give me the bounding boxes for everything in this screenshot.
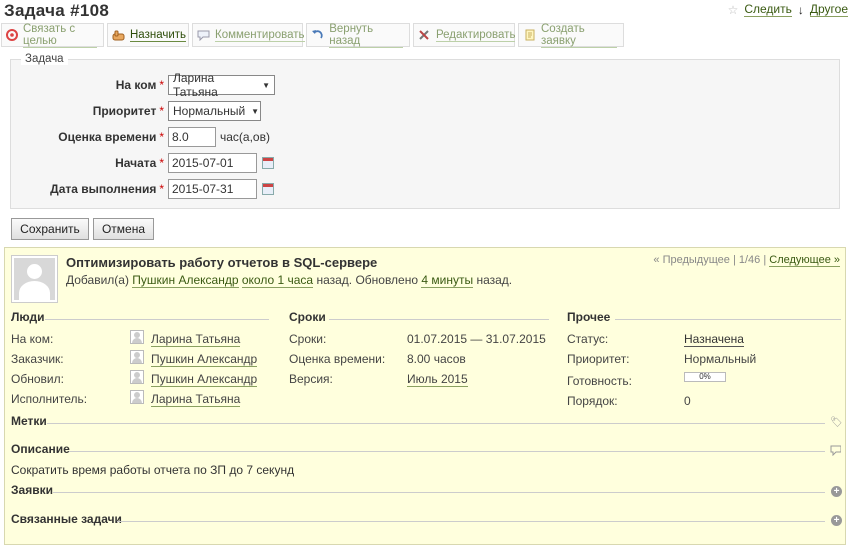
page-title: Задача #108	[4, 1, 110, 20]
updated-by-link[interactable]: Пушкин Александр	[151, 372, 258, 387]
hand-icon	[112, 28, 125, 42]
related-heading: Связанные задачи	[11, 512, 122, 526]
add-related-icon[interactable]: +	[831, 515, 842, 526]
document-icon	[523, 28, 536, 42]
description-text: Сократить время работы отчета по ЗП до 7…	[11, 463, 295, 477]
user-icon	[130, 370, 144, 384]
assignee-link[interactable]: Ларина Татьяна	[151, 332, 241, 347]
executor-link[interactable]: Ларина Татьяна	[151, 392, 241, 407]
user-icon	[130, 390, 144, 404]
assignee-label: На ком *	[115, 78, 164, 92]
dropdown-arrow-icon: ▼	[251, 106, 260, 116]
assign-button[interactable]: Назначить	[107, 23, 189, 47]
prev-link[interactable]: « Предыдущее	[653, 254, 729, 266]
save-button[interactable]: Сохранить	[11, 218, 89, 240]
user-icon	[130, 350, 144, 364]
customer-link[interactable]: Пушкин Александр	[151, 352, 258, 367]
toolbar: Связать с целью Назначить Комментировать…	[0, 23, 850, 48]
added-ago-link[interactable]: около 1 часа	[241, 273, 314, 288]
start-date-label: Начата *	[115, 156, 164, 170]
priority-label: Приоритет *	[92, 104, 164, 118]
tag-icon[interactable]: 🏷	[830, 417, 843, 428]
dropdown-arrow-icon: ▼	[262, 80, 270, 90]
next-link[interactable]: Следующее »	[769, 254, 840, 267]
dates-range: 01.07.2015 — 31.07.2015	[407, 332, 546, 346]
comment-icon	[197, 28, 210, 42]
due-date-label: Дата выполнения *	[50, 182, 164, 196]
status-value[interactable]: Назначена	[684, 332, 744, 347]
estimate-unit: час(а,ов)	[220, 130, 270, 144]
estimate-input[interactable]: 8.0	[168, 127, 216, 147]
start-date-input[interactable]: 2015-07-01	[168, 153, 257, 173]
description-heading: Описание	[11, 442, 70, 456]
issue-details: Оптимизировать работу отчетов в SQL-серв…	[4, 247, 846, 545]
calendar-icon[interactable]	[262, 157, 274, 169]
revert-button[interactable]: Вернуть назад	[306, 23, 410, 48]
watch-link[interactable]: Следить	[744, 2, 792, 17]
requests-heading: Заявки	[11, 483, 53, 497]
other-link[interactable]: Другое	[809, 2, 848, 17]
estimate-value: 8.00 часов	[407, 352, 466, 366]
avatar	[11, 255, 58, 303]
due-date-input[interactable]: 2015-07-31	[168, 179, 257, 199]
user-icon	[130, 330, 144, 344]
people-heading: Люди	[11, 310, 45, 324]
estimate-label: Оценка времени *	[58, 130, 164, 144]
comment-button[interactable]: Комментировать	[192, 23, 305, 47]
cancel-button[interactable]: Отмена	[93, 218, 154, 240]
version-link[interactable]: Июль 2015	[407, 372, 468, 387]
arrow-down-icon: ↓	[797, 2, 804, 17]
priority-value: Нормальный	[684, 352, 757, 366]
edit-button[interactable]: Редактировать	[413, 23, 516, 47]
order-value: 0	[684, 394, 691, 408]
issue-author-line: Добавил(а) Пушкин Александр около 1 часа…	[66, 273, 513, 288]
calendar-icon[interactable]	[262, 183, 274, 195]
priority-select[interactable]: Нормальный ▼	[168, 101, 261, 121]
top-actions: ☆ Следить ↓ Другое	[728, 2, 848, 17]
issue-subject: Оптимизировать работу отчетов в SQL-серв…	[66, 255, 378, 270]
issue-edit-form: Задача На ком * Ларина Татьяна ▼ Приоритет…	[10, 53, 840, 209]
link-goal-button[interactable]: Связать с целью	[1, 23, 104, 48]
updated-ago-link[interactable]: 4 минуты	[421, 273, 474, 288]
form-legend: Задача	[21, 53, 68, 65]
star-icon[interactable]: ☆	[728, 3, 739, 17]
other-heading: Прочее	[567, 310, 611, 324]
add-request-icon[interactable]: +	[831, 486, 842, 497]
dates-heading: Сроки	[289, 310, 326, 324]
create-request-button[interactable]: Создать заявку	[518, 23, 624, 48]
tags-heading: Метки	[11, 414, 47, 428]
author-link[interactable]: Пушкин Александр	[132, 273, 239, 288]
progress-bar: 0%	[684, 372, 726, 382]
tools-icon	[418, 28, 431, 42]
assignee-select[interactable]: Ларина Татьяна ▼	[168, 71, 275, 99]
comment-icon[interactable]	[830, 445, 841, 456]
issue-pager: « Предыдущее | 1/46 | Следующее »	[653, 254, 840, 267]
undo-icon	[311, 28, 324, 42]
target-icon	[6, 28, 18, 42]
